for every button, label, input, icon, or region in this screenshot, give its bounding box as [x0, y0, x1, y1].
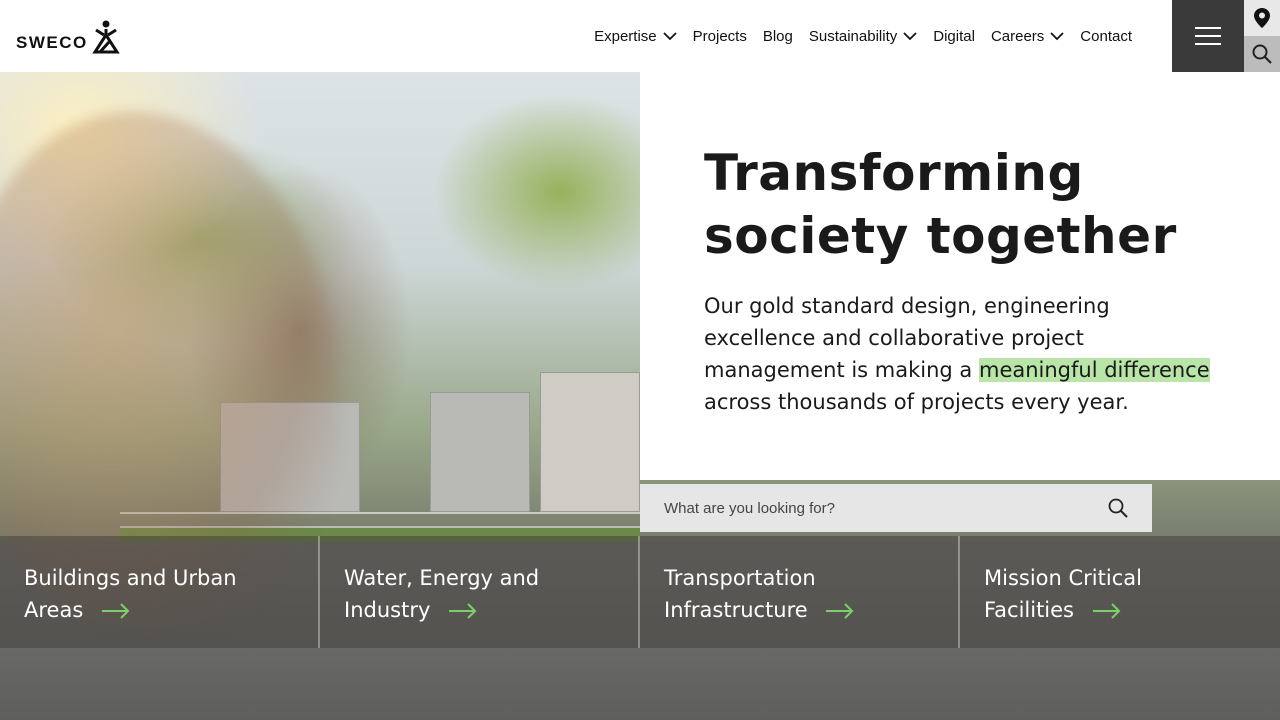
nav-item-label: Contact [1080, 27, 1132, 45]
location-button[interactable] [1244, 0, 1280, 36]
tile-transportation-infrastructure[interactable]: Transportation Infrastructure [640, 536, 960, 648]
arrow-right-icon [449, 603, 477, 619]
hamburger-icon [1195, 27, 1221, 45]
header-search-button[interactable] [1244, 36, 1280, 72]
tile-mission-critical-facilities[interactable]: Mission Critical Facilities [960, 536, 1280, 648]
hero-title-line: Transforming [704, 144, 1084, 202]
nav-item-label: Expertise [594, 27, 657, 45]
tile-label-line: Buildings and Urban [24, 566, 237, 590]
sweco-logo[interactable]: SWECO [16, 18, 120, 54]
tile-buildings-urban-areas[interactable]: Buildings and Urban Areas [0, 536, 320, 648]
nav-item-digital[interactable]: Digital [925, 28, 983, 45]
site-header: SWECO Expertise Projects Blog Sustainabi… [0, 0, 1280, 72]
background-building [430, 392, 530, 512]
tile-label-line: Industry [344, 598, 431, 622]
background-building [540, 372, 640, 512]
tile-label-line: Water, Energy and [344, 566, 540, 590]
menu-button[interactable] [1172, 0, 1244, 72]
location-pin-icon [1254, 8, 1270, 28]
tile-label-line: Transportation [664, 566, 816, 590]
tile-water-energy-industry[interactable]: Water, Energy and Industry [320, 536, 640, 648]
hero-desc-highlight: meaningful difference [978, 358, 1210, 382]
search-icon[interactable] [1108, 498, 1128, 518]
hero-desc-text: across thousands of projects every year. [704, 390, 1129, 414]
tile-label-line: Areas [24, 598, 84, 622]
search-input[interactable] [664, 499, 1108, 517]
tile-label: Water, Energy and Industry [344, 562, 614, 626]
chevron-down-icon [903, 31, 917, 40]
search-icon [1252, 44, 1272, 64]
hero-description: Our gold standard design, engineering ex… [704, 290, 1224, 418]
utility-buttons [1244, 0, 1280, 72]
chevron-down-icon [1050, 31, 1064, 40]
site-search [640, 484, 1152, 532]
tile-label: Mission Critical Facilities [984, 562, 1256, 626]
hero-title: Transforming society together [704, 142, 1184, 268]
logo-text: SWECO [16, 33, 88, 52]
arrow-right-icon [826, 603, 854, 619]
nav-item-label: Sustainability [808, 27, 898, 45]
nav-item-blog[interactable]: Blog [755, 28, 801, 45]
expertise-tiles: Buildings and Urban Areas Water, Energy … [0, 536, 1280, 648]
nav-item-careers[interactable]: Careers [983, 28, 1072, 45]
nav-item-label: Careers [990, 27, 1045, 45]
nav-item-label: Blog [762, 27, 793, 45]
hero-card: Transforming society together Our gold s… [640, 72, 1280, 480]
arrow-right-icon [1092, 603, 1121, 619]
nav-item-label: Projects [692, 27, 747, 45]
nav-item-expertise[interactable]: Expertise [586, 28, 685, 45]
chevron-down-icon [663, 31, 677, 40]
main-nav: Expertise Projects Blog Sustainability D… [586, 0, 1140, 72]
nav-item-projects[interactable]: Projects [685, 28, 755, 45]
tile-label-line: Facilities [984, 598, 1074, 622]
tile-label-line: Infrastructure [664, 598, 808, 622]
hero-title-line: society together [704, 207, 1177, 265]
tile-label: Buildings and Urban Areas [24, 562, 294, 626]
nav-item-sustainability[interactable]: Sustainability [801, 28, 925, 45]
sweco-mark-icon [91, 20, 120, 54]
tile-label: Transportation Infrastructure [664, 562, 934, 626]
arrow-right-icon [101, 603, 130, 619]
tile-label-line: Mission Critical [984, 566, 1142, 590]
nav-item-label: Digital [933, 27, 975, 45]
nav-item-contact[interactable]: Contact [1072, 28, 1140, 45]
